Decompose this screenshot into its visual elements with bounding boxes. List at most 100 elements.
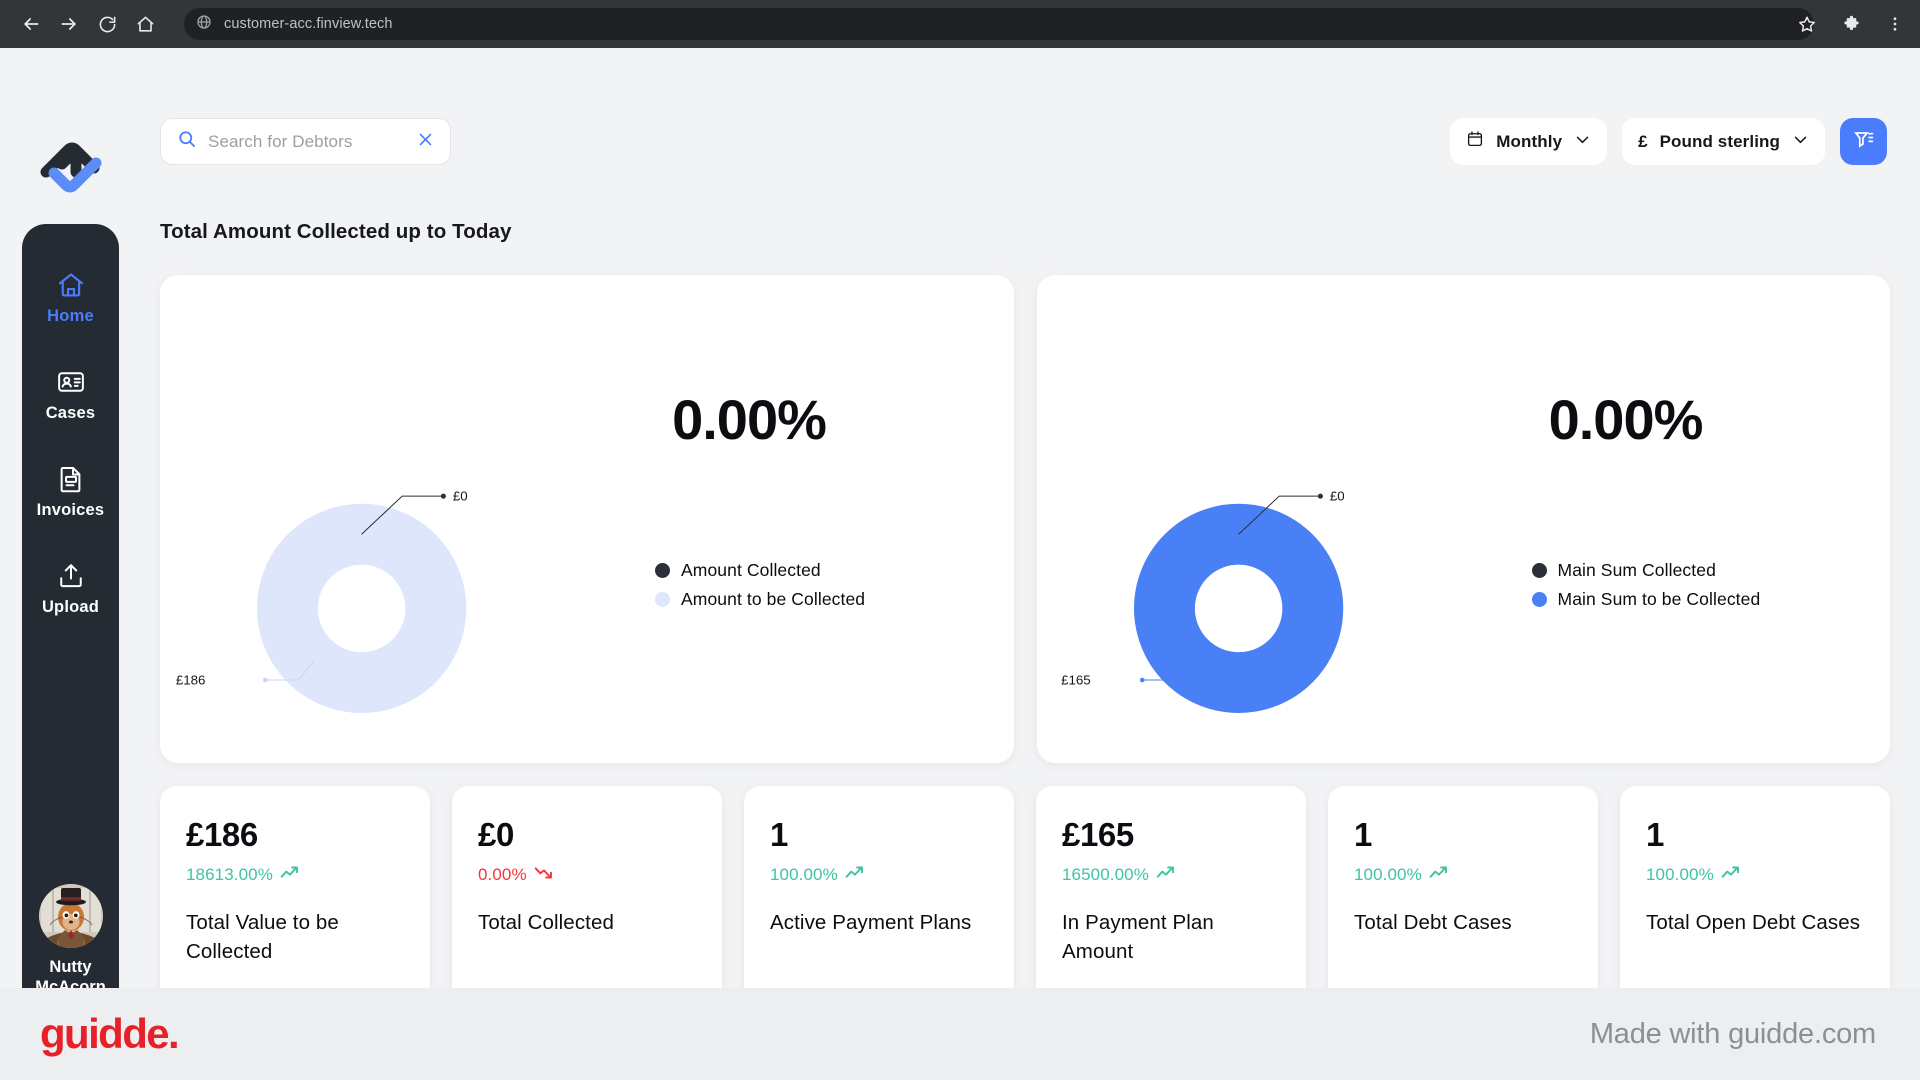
star-icon[interactable] <box>1792 9 1822 39</box>
browser-toolbar: customer-acc.finview.tech <box>0 0 1920 48</box>
legend-label: Main Sum to be Collected <box>1557 589 1761 609</box>
chart-card-amount-collected: £0 £186 0.00% Amount Collected Amount to… <box>160 275 1014 763</box>
period-value: Monthly <box>1496 131 1563 151</box>
browser-actions <box>1792 0 1910 48</box>
sidebar-item-label: Cases <box>45 404 96 422</box>
id-card-icon <box>56 367 86 397</box>
sidebar-item-cases[interactable]: Cases <box>22 367 119 423</box>
trend-down-icon <box>534 865 554 885</box>
kpi-label: Total Open Debt Cases <box>1646 911 1861 934</box>
avatar[interactable] <box>38 883 103 948</box>
trend-up-icon <box>1156 865 1176 885</box>
search-icon <box>177 129 197 154</box>
chart-legend: Amount Collected Amount to be Collected <box>655 560 865 610</box>
legend-swatch <box>1531 592 1547 607</box>
currency-symbol: £ <box>1638 131 1648 151</box>
kpi-delta-value: 100.00% <box>770 865 838 884</box>
kpi-delta: 0.00% <box>478 865 696 885</box>
three-dot-menu-icon[interactable] <box>1880 9 1910 39</box>
slice-label-collected: £0 <box>1329 489 1344 504</box>
trend-up-icon <box>1429 865 1449 885</box>
forward-button[interactable] <box>52 7 86 41</box>
kpi-label: Total Debt Cases <box>1354 911 1512 934</box>
kpi-delta-value: 0.00% <box>478 865 527 884</box>
close-icon[interactable] <box>417 131 434 153</box>
sidebar-item-label: Invoices <box>36 501 105 519</box>
sidebar-item-invoices[interactable]: Invoices <box>22 464 119 520</box>
app-root: Home Cases Invoices Upload Nutty Search … <box>0 48 1920 1080</box>
currency-value: Pound sterling <box>1659 131 1780 151</box>
sidebar-item-label: Upload <box>41 598 100 616</box>
chevron-down-icon <box>1792 131 1809 153</box>
kpi-label: Active Payment Plans <box>770 911 972 934</box>
legend-swatch <box>1531 563 1547 578</box>
chart-center-percent: 0.00% <box>672 388 827 451</box>
trend-up-icon <box>1721 865 1741 885</box>
address-bar-url: customer-acc.finview.tech <box>224 16 393 32</box>
kpi-delta-value: 100.00% <box>1354 865 1422 884</box>
currency-dropdown[interactable]: £ Pound sterling <box>1622 118 1825 165</box>
kpi-delta-value: 18613.00% <box>186 865 273 884</box>
filter-icon <box>1853 128 1875 155</box>
sidebar-item-upload[interactable]: Upload <box>22 561 119 617</box>
legend-label: Main Sum Collected <box>1557 560 1716 580</box>
calendar-icon <box>1466 130 1484 153</box>
kpi-delta-value: 16500.00% <box>1062 865 1149 884</box>
kpi-delta: 18613.00% <box>186 865 404 885</box>
sidebar-user[interactable]: Nutty McAcorn <box>22 883 119 998</box>
page-title: Total Amount Collected up to Today <box>160 220 512 243</box>
puzzle-icon[interactable] <box>1836 9 1866 39</box>
chart-card-main-sum-collected: £0 £165 0.00% Main Sum Collected Main Su… <box>1036 275 1890 763</box>
sidebar: Home Cases Invoices Upload Nutty <box>22 224 119 1034</box>
document-icon <box>56 464 86 494</box>
toolbar-controls: Monthly £ Pound sterling <box>1450 118 1887 165</box>
globe-icon <box>196 14 212 35</box>
kpi-label: In Payment Plan Amount <box>1062 911 1214 964</box>
kpi-delta: 100.00% <box>770 865 988 885</box>
slice-label-to-be-collected: £165 <box>1061 672 1091 687</box>
kpi-label: Total Value to be Collected <box>186 911 339 964</box>
kpi-value: 1 <box>770 816 788 853</box>
reload-button[interactable] <box>90 7 124 41</box>
legend-swatch <box>655 563 671 578</box>
upload-icon <box>56 561 86 591</box>
trend-up-icon <box>280 865 300 885</box>
home-icon <box>56 270 86 300</box>
legend-item[interactable]: Main Sum Collected <box>1531 560 1761 581</box>
donut-chart-amount-collected: £0 £186 <box>160 275 604 763</box>
period-dropdown[interactable]: Monthly <box>1450 118 1608 165</box>
made-with-guidde: Made with guidde.com <box>1589 1017 1876 1050</box>
search-input[interactable]: Search for Debtors <box>160 118 451 165</box>
legend-swatch <box>655 592 671 607</box>
back-button[interactable] <box>14 7 48 41</box>
kpi-label: Total Collected <box>478 911 614 934</box>
kpi-delta-value: 100.00% <box>1646 865 1714 884</box>
kpi-value: £0 <box>478 816 514 853</box>
guidde-footer: guidde. Made with guidde.com <box>0 988 1920 1080</box>
slice-label-collected: £0 <box>453 489 468 504</box>
legend-label: Amount to be Collected <box>681 589 866 609</box>
kpi-delta: 16500.00% <box>1062 865 1280 885</box>
guidde-logo: guidde. <box>40 1010 180 1057</box>
legend-item[interactable]: Amount Collected <box>655 560 865 581</box>
slice-label-to-be-collected: £186 <box>176 672 206 687</box>
finview-logo[interactable] <box>36 124 108 196</box>
trend-up-icon <box>845 865 865 885</box>
donut-chart-main-sum: £0 £165 <box>1037 275 1481 763</box>
kpi-value: £186 <box>186 816 258 853</box>
search-placeholder: Search for Debtors <box>208 131 353 151</box>
kpi-value: 1 <box>1354 816 1372 853</box>
legend-item[interactable]: Amount to be Collected <box>655 589 865 610</box>
chart-legend: Main Sum Collected Main Sum to be Collec… <box>1531 560 1761 610</box>
home-button[interactable] <box>128 7 162 41</box>
sidebar-item-home[interactable]: Home <box>22 270 119 326</box>
chevron-down-icon <box>1574 131 1591 153</box>
legend-item[interactable]: Main Sum to be Collected <box>1531 589 1761 610</box>
kpi-value: £165 <box>1062 816 1134 853</box>
kpi-value: 1 <box>1646 816 1664 853</box>
kpi-delta: 100.00% <box>1646 865 1864 885</box>
address-bar[interactable]: customer-acc.finview.tech <box>184 8 1814 40</box>
filter-button[interactable] <box>1840 118 1887 165</box>
sidebar-item-label: Home <box>47 307 94 325</box>
kpi-delta: 100.00% <box>1354 865 1572 885</box>
